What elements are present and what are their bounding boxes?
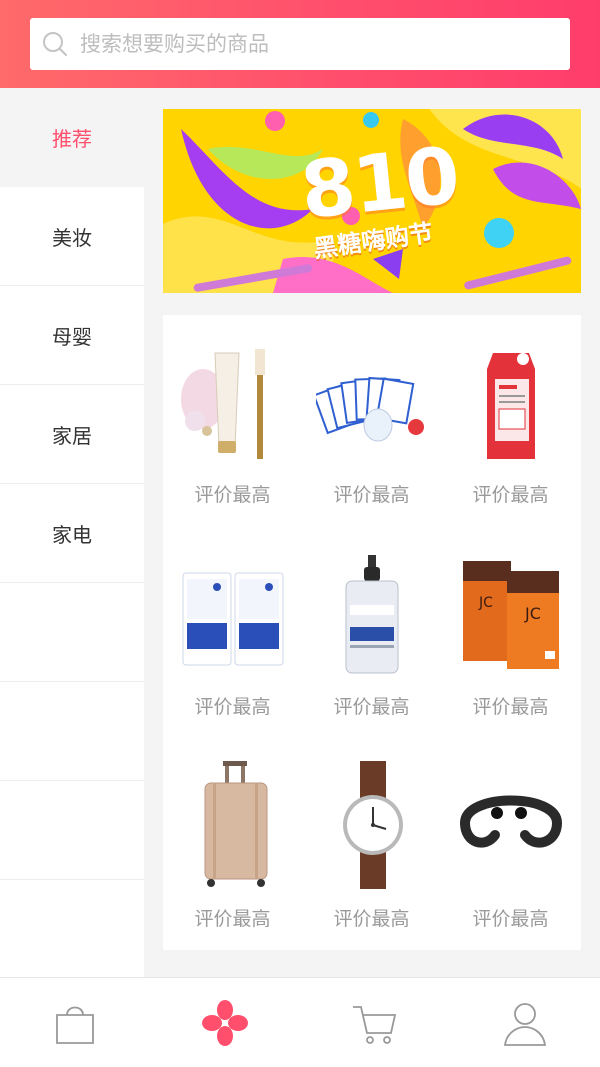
search-input[interactable]: [68, 18, 570, 70]
product-label: 评价最高: [194, 696, 271, 718]
product-label: 评价最高: [194, 484, 271, 506]
sidebar-item-home[interactable]: 家居: [0, 385, 144, 484]
header: [0, 0, 600, 88]
svg-text:JC: JC: [524, 604, 541, 623]
product-grid: 评价最高 评价最高 评价最高 评价最高 评价最高 JC JC 评价最高 评价最高…: [163, 315, 581, 950]
bottom-tab-bar: [0, 977, 600, 1067]
cream-tube-image: [177, 329, 289, 469]
product-label: 评价最高: [472, 484, 549, 506]
sidebar-item-recommended[interactable]: 推荐: [0, 88, 144, 187]
search-bar[interactable]: [30, 18, 570, 70]
product-label: 评价最高: [472, 908, 549, 930]
red-sheet-mask-image: [455, 329, 567, 469]
sidebar-item-label: 美妆: [52, 225, 92, 250]
product-card[interactable]: 评价最高: [163, 527, 302, 738]
sidebar-item-baby[interactable]: 母婴: [0, 286, 144, 385]
promo-banner[interactable]: 810 黑糖嗨购节: [163, 109, 581, 293]
product-card[interactable]: 评价最高: [163, 739, 302, 950]
face-mask-pack-image: [316, 329, 428, 469]
orange-mask-box-image: JC JC: [455, 541, 567, 681]
tab-profile[interactable]: [450, 978, 600, 1067]
sidebar-item-appliances[interactable]: 家电: [0, 484, 144, 583]
product-card[interactable]: 评价最高: [441, 739, 580, 950]
product-label: 评价最高: [194, 908, 271, 930]
sidebar-item-label: 母婴: [52, 324, 92, 349]
tab-cart[interactable]: [300, 978, 450, 1067]
product-card[interactable]: 评价最高: [441, 315, 580, 526]
product-card[interactable]: 评价最高: [163, 315, 302, 526]
product-label: 评价最高: [472, 696, 549, 718]
product-card[interactable]: JC JC 评价最高: [441, 527, 580, 738]
sidebar-item-empty[interactable]: [0, 583, 144, 682]
category-sidebar: 推荐 美妆 母婴 家居 家电: [0, 88, 144, 979]
serum-bottle-image: [316, 541, 428, 681]
sidebar-item-empty[interactable]: [0, 682, 144, 781]
search-icon: [42, 31, 68, 57]
product-card[interactable]: 评价最高: [302, 315, 441, 526]
sidebar-item-label: 家电: [52, 522, 92, 547]
sidebar-item-label: 家居: [52, 423, 92, 448]
neckband-headphones-image: [455, 753, 567, 893]
product-label: 评价最高: [333, 908, 410, 930]
product-card[interactable]: 评价最高: [302, 527, 441, 738]
shopping-bag-icon: [56, 1006, 94, 1044]
flower-home-icon: [202, 999, 248, 1046]
sidebar-item-label: 推荐: [52, 126, 92, 151]
svg-text:JC: JC: [478, 595, 493, 611]
wrist-watch-image: [316, 753, 428, 893]
sidebar-item-empty[interactable]: [0, 781, 144, 880]
luggage-image: [177, 753, 289, 893]
product-label: 评价最高: [333, 484, 410, 506]
product-card[interactable]: 评价最高: [302, 739, 441, 950]
sidebar-item-empty[interactable]: [0, 880, 144, 979]
user-icon: [503, 1002, 547, 1046]
sidebar-item-beauty[interactable]: 美妆: [0, 187, 144, 286]
product-label: 评价最高: [333, 696, 410, 718]
nmf-mask-box-image: [177, 541, 289, 681]
tab-home[interactable]: [150, 978, 300, 1067]
tab-shop[interactable]: [0, 978, 150, 1067]
cart-icon: [353, 1005, 397, 1044]
